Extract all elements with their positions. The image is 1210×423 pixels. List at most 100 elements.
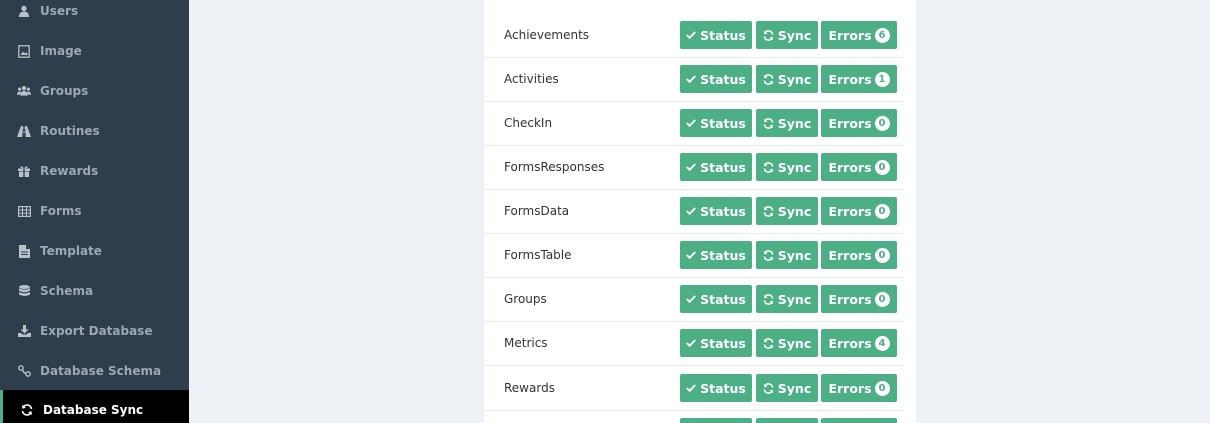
sidebar-item-routines[interactable]: Routines [0, 111, 189, 151]
sidebar-item-label: Schema [40, 284, 94, 298]
errors-button[interactable]: Errors 6 [821, 21, 897, 49]
status-button[interactable]: Status [680, 65, 752, 93]
file-icon [17, 244, 31, 258]
status-button[interactable]: Status [680, 374, 752, 402]
sidebar-item-forms[interactable]: Forms [0, 191, 189, 231]
errors-button[interactable]: Errors 1 [821, 65, 897, 93]
sync-button[interactable]: Sync [756, 241, 818, 269]
sync-button-label: Sync [777, 247, 812, 263]
sync-button[interactable]: Sync [756, 65, 818, 93]
row-name: Activities [504, 72, 559, 86]
users-group-icon [17, 84, 31, 98]
error-count-badge: 0 [874, 247, 890, 263]
errors-button[interactable]: Errors 0 [821, 374, 897, 402]
error-count-badge: 0 [874, 291, 890, 307]
table-row: Groups Status Sync Errors 0 [484, 277, 904, 321]
sync-button-label: Sync [777, 71, 812, 87]
status-button[interactable]: Status [680, 21, 752, 49]
row-name: Achievements [504, 28, 590, 42]
sync-button-label: Sync [777, 27, 812, 43]
sidebar-item-label: Groups [40, 84, 89, 98]
row-name: FormsResponses [504, 160, 605, 174]
sync-button[interactable]: Sync [756, 374, 818, 402]
sidebar-item-label: Database Schema [40, 364, 162, 378]
error-count-badge: 6 [874, 27, 890, 43]
sidebar-item-label: Rewards [40, 164, 99, 178]
sidebar-item-label: Routines [40, 124, 100, 138]
error-count-badge: 0 [874, 203, 890, 219]
errors-button-partial[interactable] [821, 418, 897, 423]
row-divider [484, 410, 904, 411]
errors-button[interactable]: Errors 4 [821, 329, 897, 357]
errors-button-label: Errors [828, 71, 872, 87]
check-icon [686, 163, 697, 171]
status-button[interactable]: Status [680, 241, 752, 269]
errors-button[interactable]: Errors 0 [821, 197, 897, 225]
sync-button-label: Sync [777, 115, 812, 131]
sidebar-item-groups[interactable]: Groups [0, 71, 189, 111]
table-icon [17, 204, 31, 218]
check-icon [686, 251, 697, 259]
status-button[interactable]: Status [680, 329, 752, 357]
sidebar-item-rewards[interactable]: Rewards [0, 151, 189, 191]
refresh-icon [763, 205, 774, 217]
sidebar-item-users[interactable]: Users [0, 0, 189, 31]
refresh-icon [763, 337, 774, 349]
errors-button-label: Errors [828, 291, 872, 307]
errors-button[interactable]: Errors 0 [821, 285, 897, 313]
sidebar-item-image[interactable]: Image [0, 31, 189, 71]
check-icon [686, 295, 697, 303]
sidebar-item-label: Export Database [40, 324, 153, 338]
check-icon [686, 31, 697, 39]
table-row: FormsTable Status Sync Errors 0 [484, 233, 904, 277]
errors-button-label: Errors [828, 159, 872, 175]
sync-button[interactable]: Sync [756, 109, 818, 137]
sync-button[interactable]: Sync [756, 21, 818, 49]
sidebar-item-label: Image [40, 44, 82, 58]
sync-panel: Achievements Status Sync Errors 6 Activit… [484, 0, 916, 423]
check-icon [686, 207, 697, 215]
sidebar-item-database-sync[interactable]: Database Sync [0, 390, 189, 423]
status-button-label: Status [700, 291, 746, 307]
sidebar-item-schema[interactable]: Schema [0, 271, 189, 311]
sync-button[interactable]: Sync [756, 285, 818, 313]
sync-button-label: Sync [777, 380, 812, 396]
row-name: CheckIn [504, 116, 553, 130]
table-row: CheckIn Status Sync Errors 0 [484, 101, 904, 145]
status-button-label: Status [700, 159, 746, 175]
status-button-label: Status [700, 380, 746, 396]
sync-button[interactable]: Sync [756, 153, 818, 181]
errors-button-label: Errors [828, 115, 872, 131]
sync-button[interactable]: Sync [756, 329, 818, 357]
table-row: Metrics Status Sync Errors 4 [484, 321, 904, 365]
error-count-badge: 4 [874, 335, 890, 351]
errors-button[interactable]: Errors 0 [821, 241, 897, 269]
sync-button-label: Sync [777, 291, 812, 307]
sidebar-item-export-database[interactable]: Export Database [0, 311, 189, 351]
sync-button-label: Sync [777, 203, 812, 219]
errors-button[interactable]: Errors 0 [821, 153, 897, 181]
sync-button-partial[interactable] [756, 418, 818, 423]
download-icon [17, 324, 31, 338]
errors-button-label: Errors [828, 335, 872, 351]
status-button-label: Status [700, 203, 746, 219]
sidebar-item-template[interactable]: Template [0, 231, 189, 271]
sidebar-item-database-schema[interactable]: Database Schema [0, 351, 189, 391]
row-name: Metrics [504, 336, 548, 350]
row-name: Rewards [504, 381, 555, 395]
check-icon [686, 339, 697, 347]
status-button[interactable]: Status [680, 153, 752, 181]
status-button[interactable]: Status [680, 197, 752, 225]
image-icon [17, 44, 31, 58]
status-button-label: Status [700, 247, 746, 263]
errors-button-label: Errors [828, 247, 872, 263]
status-button-partial[interactable] [680, 418, 752, 423]
error-count-badge: 0 [874, 115, 890, 131]
check-icon [686, 75, 697, 83]
sync-button[interactable]: Sync [756, 197, 818, 225]
sync-button-label: Sync [777, 159, 812, 175]
status-button[interactable]: Status [680, 285, 752, 313]
errors-button[interactable]: Errors 0 [821, 109, 897, 137]
error-count-badge: 1 [874, 71, 890, 87]
status-button[interactable]: Status [680, 109, 752, 137]
